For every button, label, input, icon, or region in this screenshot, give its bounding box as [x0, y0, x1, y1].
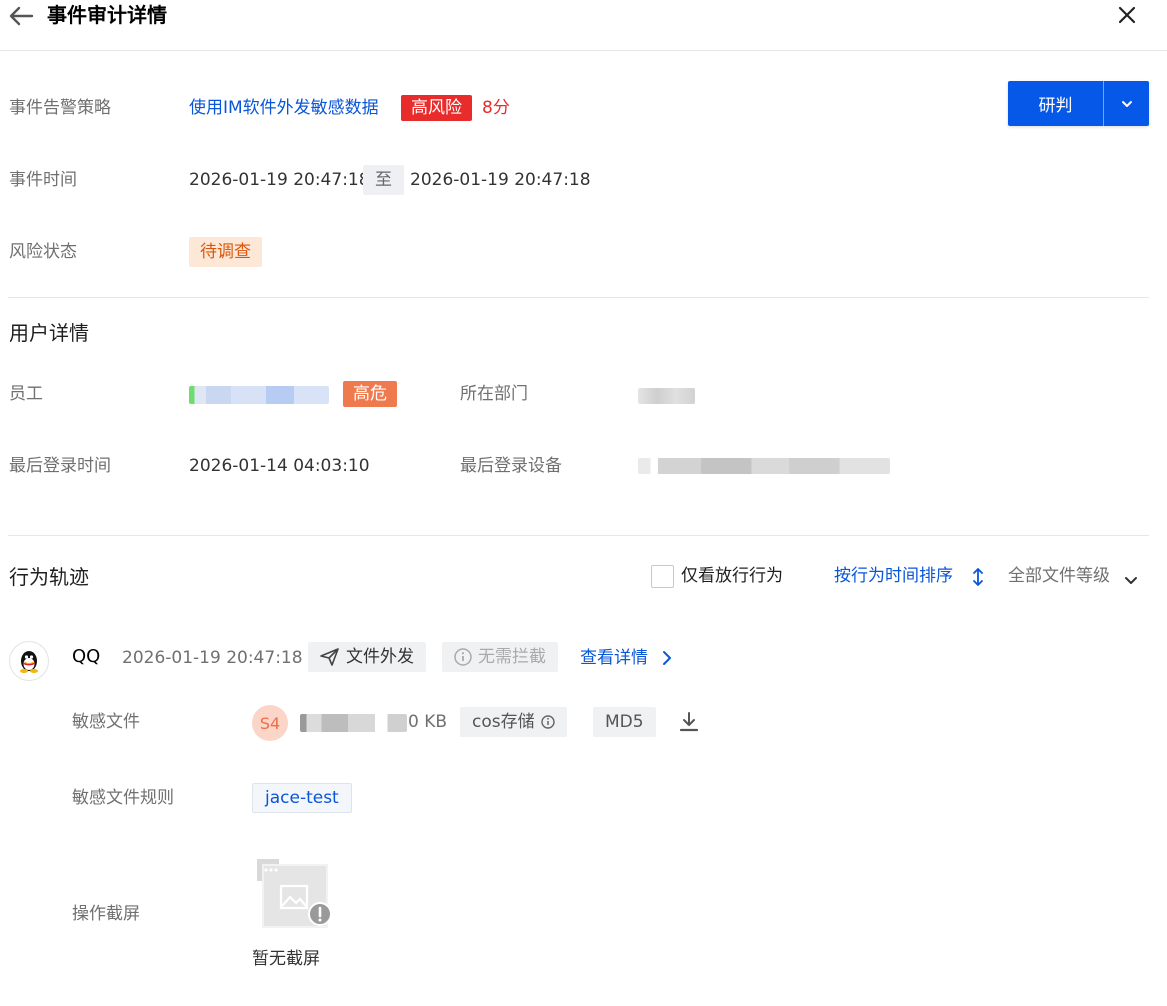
view-detail-link[interactable]: 查看详情	[580, 646, 648, 670]
time-end: 2026-01-19 20:47:18	[410, 170, 591, 190]
block-status-label: 无需拦截	[478, 647, 546, 667]
only-allowed-checkbox[interactable]	[651, 565, 674, 588]
department-value-blurred	[638, 388, 695, 404]
chevron-right-icon[interactable]	[662, 650, 672, 671]
no-screenshot-text: 暂无截屏	[252, 949, 320, 969]
sensitive-file-label: 敏感文件	[72, 712, 140, 732]
judge-dropdown-button[interactable]	[1104, 81, 1149, 126]
status-label: 风险状态	[9, 242, 77, 262]
time-separator: 至	[363, 165, 404, 195]
department-label: 所在部门	[460, 384, 528, 404]
download-icon[interactable]	[679, 711, 699, 738]
section-divider	[8, 535, 1149, 536]
back-arrow-icon[interactable]	[8, 4, 34, 28]
time-label: 事件时间	[9, 170, 77, 190]
info-icon	[454, 648, 472, 666]
file-level-badge: S4	[252, 705, 288, 741]
info-icon	[540, 715, 555, 729]
header-divider	[0, 50, 1167, 51]
screenshot-label: 操作截屏	[72, 904, 140, 924]
rule-label: 敏感文件规则	[72, 788, 174, 808]
time-start: 2026-01-19 20:47:18	[189, 170, 370, 190]
storage-label: cos存储	[472, 712, 535, 732]
last-login-time-label: 最后登录时间	[9, 456, 111, 476]
file-name-blurred[interactable]	[300, 714, 407, 732]
trace-section-title: 行为轨迹	[9, 565, 89, 589]
trace-time: 2026-01-19 20:47:18	[122, 648, 303, 668]
employee-name-blurred[interactable]	[189, 386, 329, 404]
chevron-down-icon[interactable]	[1124, 571, 1138, 591]
app-name: QQ	[72, 646, 101, 667]
judge-button-group: 研判	[1008, 81, 1149, 126]
file-size: 0 KB	[408, 712, 448, 732]
employee-label: 员工	[9, 384, 43, 404]
judge-button[interactable]: 研判	[1008, 81, 1104, 126]
md5-chip[interactable]: MD5	[593, 707, 656, 737]
risk-score: 8分	[482, 98, 510, 118]
close-icon[interactable]	[1116, 4, 1138, 26]
policy-label: 事件告警策略	[9, 98, 111, 118]
action-chip: 文件外发	[308, 642, 426, 672]
last-login-device-blurred	[638, 458, 890, 474]
employee-risk-tag: 高危	[343, 381, 397, 407]
user-section-title: 用户详情	[9, 321, 89, 345]
rule-tag: jace-test	[252, 783, 352, 813]
sort-by-time-button[interactable]: 按行为时间排序	[834, 564, 953, 588]
no-image-icon	[257, 859, 335, 934]
storage-chip[interactable]: cos存储	[460, 707, 567, 737]
block-status-chip: 无需拦截	[442, 642, 558, 672]
qq-app-icon	[9, 641, 49, 681]
status-badge: 待调查	[189, 237, 262, 267]
last-login-time: 2026-01-14 04:03:10	[189, 456, 370, 476]
only-allowed-label[interactable]: 仅看放行行为	[681, 564, 783, 588]
file-level-filter[interactable]: 全部文件等级	[1008, 564, 1110, 588]
risk-level-tag: 高风险	[401, 95, 472, 121]
sort-icon[interactable]	[972, 567, 984, 592]
section-divider	[8, 297, 1149, 298]
last-login-device-label: 最后登录设备	[460, 456, 562, 476]
page-title: 事件审计详情	[47, 3, 167, 27]
policy-link[interactable]: 使用IM软件外发敏感数据	[189, 96, 379, 120]
action-label: 文件外发	[346, 647, 414, 667]
chevron-down-icon	[1121, 100, 1132, 107]
send-icon	[320, 648, 339, 666]
